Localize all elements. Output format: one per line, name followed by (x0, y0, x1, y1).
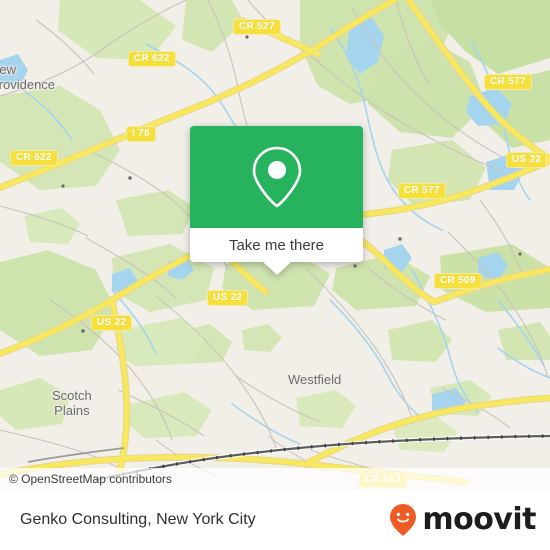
take-me-there-label: Take me there (228, 236, 325, 254)
popup-icon-area (190, 126, 363, 228)
moovit-map-screenshot: New Providence Westfield Scotch Plains C… (0, 0, 550, 550)
popup-tail (262, 262, 291, 275)
road-shield-cr-577: CR 577 (398, 183, 446, 199)
road-shield-cr-527: CR 527 (233, 19, 281, 35)
footer-bar: Genko Consulting, New York City moovit (0, 490, 550, 550)
moovit-wordmark: moovit (422, 502, 536, 537)
moovit-smiley-pin-icon (390, 504, 417, 536)
road-shield-cr-622: CR 622 (128, 51, 176, 67)
road-shield-i-78: I 78 (126, 126, 156, 142)
road-shield-cr-509: CR 509 (434, 273, 482, 289)
road-shield-us-22: US 22 (506, 152, 548, 168)
place-label: Westfield (288, 372, 342, 387)
moovit-logo[interactable]: moovit (388, 503, 536, 537)
popup-action-area[interactable]: Take me there (190, 228, 363, 275)
road-shield-us-22: US 22 (91, 315, 133, 331)
attribution-text[interactable]: © OpenStreetMap contributors (0, 472, 172, 486)
page-title: Genko Consulting, New York City (20, 511, 256, 528)
map-attribution: © OpenStreetMap contributors (0, 468, 550, 490)
place-label: Scotch Plains (52, 388, 92, 418)
map-canvas[interactable]: New Providence Westfield Scotch Plains C… (0, 0, 550, 490)
map-pin-icon (252, 146, 301, 208)
road-shield-cr-622: CR 622 (10, 150, 58, 166)
road-shield-cr-577: CR 577 (484, 74, 532, 90)
road-shield-us-22: US 22 (207, 290, 249, 306)
place-label: New Providence (0, 62, 56, 92)
location-popup-card[interactable]: Take me there (190, 126, 363, 275)
